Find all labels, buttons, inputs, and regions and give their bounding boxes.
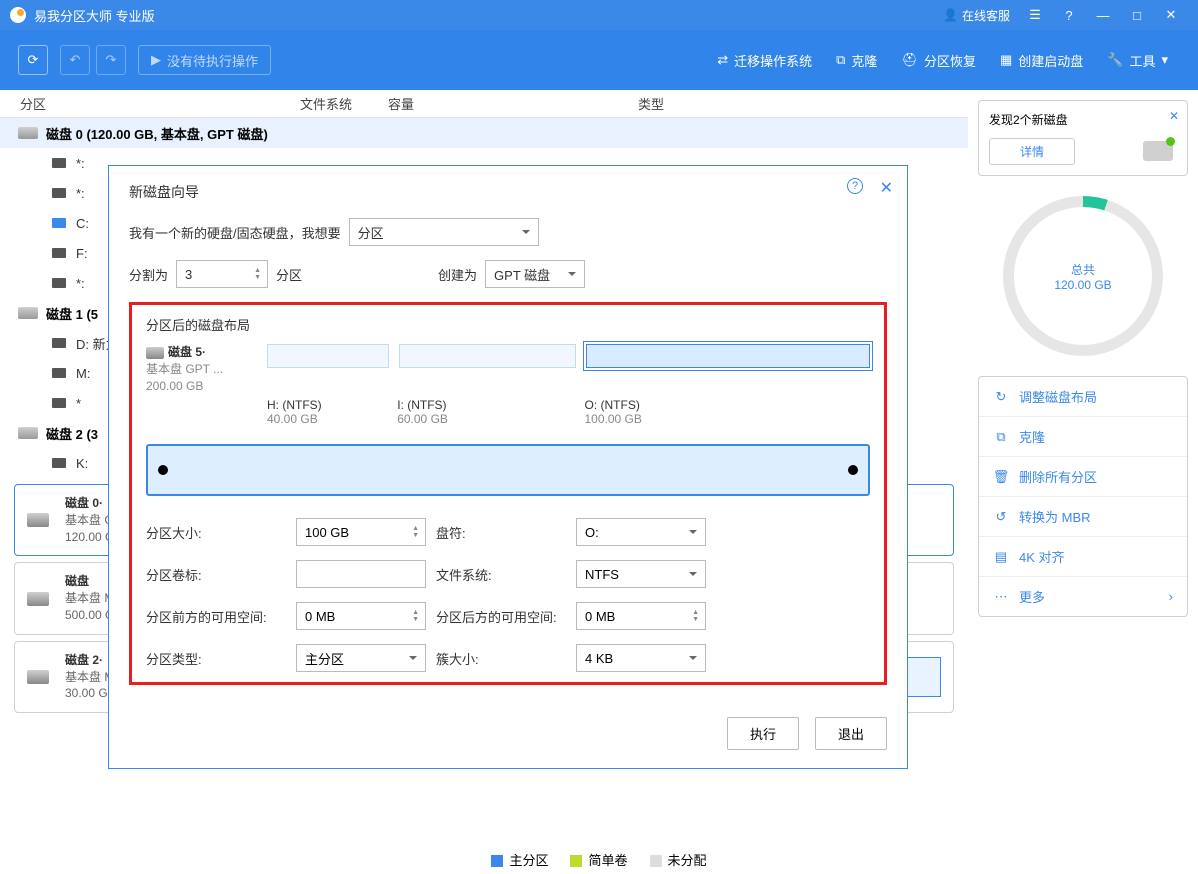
- migrate-os-button[interactable]: ⇄迁移操作系统: [705, 51, 824, 70]
- filesystem-select[interactable]: NTFS: [576, 560, 706, 588]
- online-support-button[interactable]: 👤在线客服: [935, 7, 1018, 24]
- menu-icon[interactable]: ☰: [1018, 0, 1052, 30]
- cluster-size-select[interactable]: 4 KB: [576, 644, 706, 672]
- disk-icon: [146, 347, 164, 359]
- disk-icon: [27, 592, 49, 606]
- migrate-icon: ⇄: [717, 52, 728, 68]
- convert-mbr-action[interactable]: ↺转换为 MBR: [979, 497, 1187, 537]
- disk-0-row[interactable]: 磁盘 0 (120.00 GB, 基本盘, GPT 磁盘): [0, 118, 968, 148]
- highlighted-area: 分区后的磁盘布局 磁盘 5· 基本盘 GPT ... 200.00 GB H: …: [129, 302, 887, 685]
- adjust-layout-action[interactable]: ↻调整磁盘布局: [979, 377, 1187, 417]
- clone-action[interactable]: ⧉克隆: [979, 417, 1187, 457]
- exit-button[interactable]: 退出: [815, 717, 887, 750]
- main-toolbar: ⟳ ↶ ↷ ▶ 没有待执行操作 ⇄迁移操作系统 ⧉克隆 ⛑分区恢复 ▦创建启动盘…: [0, 30, 1198, 90]
- disk-icon: [27, 513, 49, 527]
- split-count-spinner[interactable]: 3: [176, 260, 268, 288]
- clone-icon: ⧉: [993, 429, 1009, 445]
- disk-icon: [18, 127, 38, 139]
- disk-icon: [27, 670, 49, 684]
- delete-all-action[interactable]: 🗑删除所有分区: [979, 457, 1187, 497]
- app-title: 易我分区大师 专业版: [34, 6, 155, 25]
- disk-icon: [1143, 141, 1173, 161]
- redo-button[interactable]: ↷: [96, 45, 126, 75]
- recover-button[interactable]: ⛑分区恢复: [889, 51, 988, 70]
- close-icon[interactable]: ✕: [1154, 0, 1188, 30]
- grid-icon: ▦: [1000, 52, 1012, 68]
- preview-partition-o[interactable]: [586, 344, 871, 368]
- maximize-icon[interactable]: □: [1120, 0, 1154, 30]
- partition-size-input[interactable]: 100 GB: [296, 518, 426, 546]
- space-before-input[interactable]: 0 MB: [296, 602, 426, 630]
- refresh-button[interactable]: ⟳: [18, 45, 48, 75]
- execute-button[interactable]: 执行: [727, 717, 799, 750]
- slider-handle-right[interactable]: [848, 465, 858, 475]
- trash-icon: 🗑: [993, 469, 1009, 485]
- help-icon[interactable]: ?: [1052, 0, 1086, 30]
- size-slider[interactable]: [146, 444, 870, 496]
- title-bar: 易我分区大师 专业版 👤在线客服 ☰ ? — □ ✕: [0, 0, 1198, 30]
- clone-button[interactable]: ⧉克隆: [824, 51, 889, 70]
- wrench-icon: 🔧: [1107, 52, 1123, 68]
- modal-close-icon[interactable]: ✕: [880, 178, 893, 198]
- disk-icon: [18, 307, 38, 319]
- pending-operations: ▶ 没有待执行操作: [138, 45, 271, 75]
- right-sidebar: 发现2个新磁盘 ✕ 详情 总共120.00 GB ↻调整磁盘布局 ⧉克隆 🗑删除…: [968, 90, 1198, 844]
- minimize-icon[interactable]: —: [1086, 0, 1120, 30]
- tools-button[interactable]: 🔧工具 ▾: [1095, 51, 1180, 70]
- partition-type-select[interactable]: 主分区: [296, 644, 426, 672]
- disk-type-select[interactable]: GPT 磁盘: [485, 260, 585, 288]
- capacity-ring-chart: 总共120.00 GB: [1003, 196, 1163, 356]
- align-4k-action[interactable]: ▤4K 对齐: [979, 537, 1187, 577]
- clone-icon: ⧉: [836, 52, 845, 68]
- volume-label-input[interactable]: [296, 560, 426, 588]
- convert-icon: ↺: [993, 509, 1009, 525]
- close-icon[interactable]: ✕: [1169, 109, 1179, 123]
- refresh-icon: ↻: [993, 389, 1009, 405]
- modal-title: 新磁盘向导: [129, 182, 887, 202]
- disk-icon: [18, 427, 38, 439]
- recover-icon: ⛑: [901, 52, 918, 68]
- drive-letter-select[interactable]: O:: [576, 518, 706, 546]
- bootdisk-button[interactable]: ▦创建启动盘: [988, 51, 1095, 70]
- partition-legend: 主分区 简单卷 未分配: [0, 844, 1198, 874]
- more-icon: ⋯: [993, 589, 1009, 605]
- slider-handle-left[interactable]: [158, 465, 168, 475]
- preview-partition-i[interactable]: [399, 344, 575, 368]
- undo-button[interactable]: ↶: [60, 45, 90, 75]
- preview-disk: 磁盘 5· 基本盘 GPT ... 200.00 GB: [146, 344, 251, 394]
- more-action[interactable]: ⋯更多›: [979, 577, 1187, 616]
- new-disk-notification: 发现2个新磁盘 ✕ 详情: [978, 100, 1188, 176]
- action-select[interactable]: 分区: [349, 218, 539, 246]
- new-disk-wizard-modal: 新磁盘向导 ? ✕ 我有一个新的硬盘/固态硬盘，我想要 分区 分割为 3 分区 …: [108, 165, 908, 769]
- chevron-right-icon: ›: [1169, 589, 1173, 604]
- app-logo-icon: [10, 7, 26, 23]
- table-header: 分区 文件系统 容量 类型: [0, 90, 968, 118]
- modal-help-icon[interactable]: ?: [847, 178, 863, 194]
- detail-button[interactable]: 详情: [989, 138, 1075, 165]
- align-icon: ▤: [993, 549, 1009, 565]
- preview-partition-h[interactable]: [267, 344, 389, 368]
- disk-actions: ↻调整磁盘布局 ⧉克隆 🗑删除所有分区 ↺转换为 MBR ▤4K 对齐 ⋯更多›: [978, 376, 1188, 617]
- space-after-input[interactable]: 0 MB: [576, 602, 706, 630]
